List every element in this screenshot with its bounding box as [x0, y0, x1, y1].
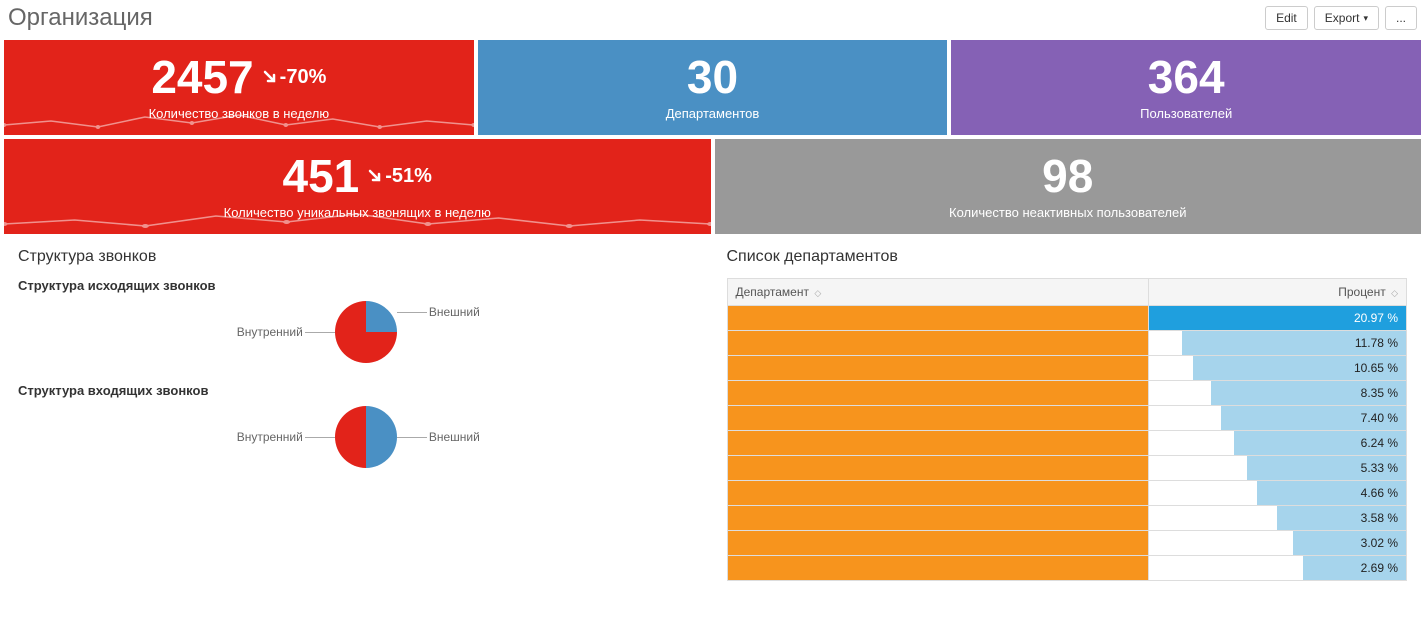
sort-icon: ◇ — [814, 288, 821, 298]
table-row[interactable]: 10.65 % — [727, 356, 1407, 381]
kpi-label: Пользователей — [951, 106, 1421, 121]
incoming-subtitle: Структура входящих звонков — [18, 383, 699, 398]
table-row[interactable]: 3.02 % — [727, 531, 1407, 556]
label-internal-out: Внутренний — [237, 325, 335, 339]
cell-department — [727, 556, 1148, 581]
percent-value: 8.35 % — [1149, 382, 1406, 404]
label-internal-in: Внутренний — [237, 430, 335, 444]
pie-outgoing: Внутренний Внешний — [18, 301, 699, 363]
cell-percent: 6.24 % — [1148, 431, 1406, 456]
pie-incoming: Внутренний Внешний — [18, 406, 699, 468]
cell-department — [727, 456, 1148, 481]
arrow-down-right-icon — [367, 168, 383, 184]
cell-department — [727, 406, 1148, 431]
cell-department — [727, 481, 1148, 506]
kpi-row-bottom: 451 -51%Количество уникальных звонящих в… — [0, 139, 1425, 234]
overflow-button[interactable]: ... — [1385, 6, 1417, 30]
table-row[interactable]: 20.97 % — [727, 306, 1407, 331]
cell-percent: 5.33 % — [1148, 456, 1406, 481]
sort-icon: ◇ — [1391, 288, 1398, 298]
export-button-label: Export — [1325, 11, 1360, 25]
arrow-down-right-icon — [262, 69, 278, 85]
pie-chart-incoming[interactable] — [335, 406, 397, 468]
percent-value: 4.66 % — [1149, 482, 1406, 504]
cell-department — [727, 381, 1148, 406]
cell-percent: 4.66 % — [1148, 481, 1406, 506]
cell-percent: 7.40 % — [1148, 406, 1406, 431]
percent-value: 11.78 % — [1149, 332, 1406, 354]
panel-department-list: Список департаментов Департамент ◇ Проце… — [713, 234, 1422, 595]
kpi-users[interactable]: 364 Пользователей — [951, 40, 1421, 135]
dept-list-title: Список департаментов — [727, 248, 1408, 266]
percent-value: 10.65 % — [1149, 357, 1406, 379]
call-structure-title: Структура звонков — [18, 248, 699, 266]
table-row[interactable]: 8.35 % — [727, 381, 1407, 406]
kpi-inactive-users[interactable]: 98 Количество неактивных пользователей — [715, 139, 1422, 234]
page-title: Организация — [8, 4, 153, 32]
sparkline-icon — [4, 107, 474, 135]
kpi-value: 451 -51% — [283, 149, 432, 203]
table-row[interactable]: 2.69 % — [727, 556, 1407, 581]
cell-percent: 3.58 % — [1148, 506, 1406, 531]
cell-percent: 11.78 % — [1148, 331, 1406, 356]
department-table: Департамент ◇ Процент ◇ 20.97 % 11.78 % 10… — [727, 278, 1408, 581]
pie-chart-outgoing[interactable] — [335, 301, 397, 363]
table-row[interactable]: 7.40 % — [727, 406, 1407, 431]
table-row[interactable]: 11.78 % — [727, 331, 1407, 356]
cell-department — [727, 331, 1148, 356]
label-external-in: Внешний — [397, 430, 480, 444]
cell-department — [727, 431, 1148, 456]
table-row[interactable]: 3.58 % — [727, 506, 1407, 531]
cell-percent: 10.65 % — [1148, 356, 1406, 381]
table-row[interactable]: 5.33 % — [727, 456, 1407, 481]
sparkline-icon — [4, 206, 711, 234]
header-actions: Edit Export ▾ ... — [1265, 6, 1417, 30]
cell-department — [727, 531, 1148, 556]
kpi-value: 30 — [687, 50, 738, 104]
cell-department — [727, 306, 1148, 331]
kpi-row-top: 2457 -70%Количество звонков в неделю30 Д… — [0, 40, 1425, 135]
cell-percent: 8.35 % — [1148, 381, 1406, 406]
table-row[interactable]: 4.66 % — [727, 481, 1407, 506]
percent-value: 2.69 % — [1149, 557, 1406, 579]
cell-percent: 3.02 % — [1148, 531, 1406, 556]
kpi-value: 2457 -70% — [151, 50, 326, 104]
chevron-down-icon: ▾ — [1363, 13, 1368, 24]
cell-percent: 20.97 % — [1148, 306, 1406, 331]
kpi-value: 98 — [1042, 149, 1093, 203]
kpi-label: Департаментов — [478, 106, 948, 121]
cell-department — [727, 356, 1148, 381]
export-button[interactable]: Export ▾ — [1314, 6, 1379, 30]
percent-value: 6.24 % — [1149, 432, 1406, 454]
col-header-department[interactable]: Департамент ◇ — [727, 279, 1148, 306]
percent-value: 3.58 % — [1149, 507, 1406, 529]
edit-button[interactable]: Edit — [1265, 6, 1308, 30]
cell-percent: 2.69 % — [1148, 556, 1406, 581]
panel-call-structure: Структура звонков Структура исходящих зв… — [4, 234, 713, 595]
kpi-departments[interactable]: 30 Департаментов — [478, 40, 948, 135]
cell-department — [727, 506, 1148, 531]
kpi-calls-week[interactable]: 2457 -70%Количество звонков в неделю — [4, 40, 474, 135]
percent-value: 3.02 % — [1149, 532, 1406, 554]
kpi-label: Количество неактивных пользователей — [715, 205, 1422, 220]
kpi-unique-callers[interactable]: 451 -51%Количество уникальных звонящих в… — [4, 139, 711, 234]
outgoing-subtitle: Структура исходящих звонков — [18, 278, 699, 293]
label-external-out: Внешний — [397, 305, 480, 319]
percent-value: 7.40 % — [1149, 407, 1406, 429]
col-header-percent[interactable]: Процент ◇ — [1148, 279, 1406, 306]
kpi-delta: -51% — [367, 165, 432, 188]
percent-value: 20.97 % — [1149, 307, 1406, 329]
percent-value: 5.33 % — [1149, 457, 1406, 479]
kpi-value: 364 — [1148, 50, 1225, 104]
table-row[interactable]: 6.24 % — [727, 431, 1407, 456]
kpi-delta: -70% — [262, 66, 327, 89]
